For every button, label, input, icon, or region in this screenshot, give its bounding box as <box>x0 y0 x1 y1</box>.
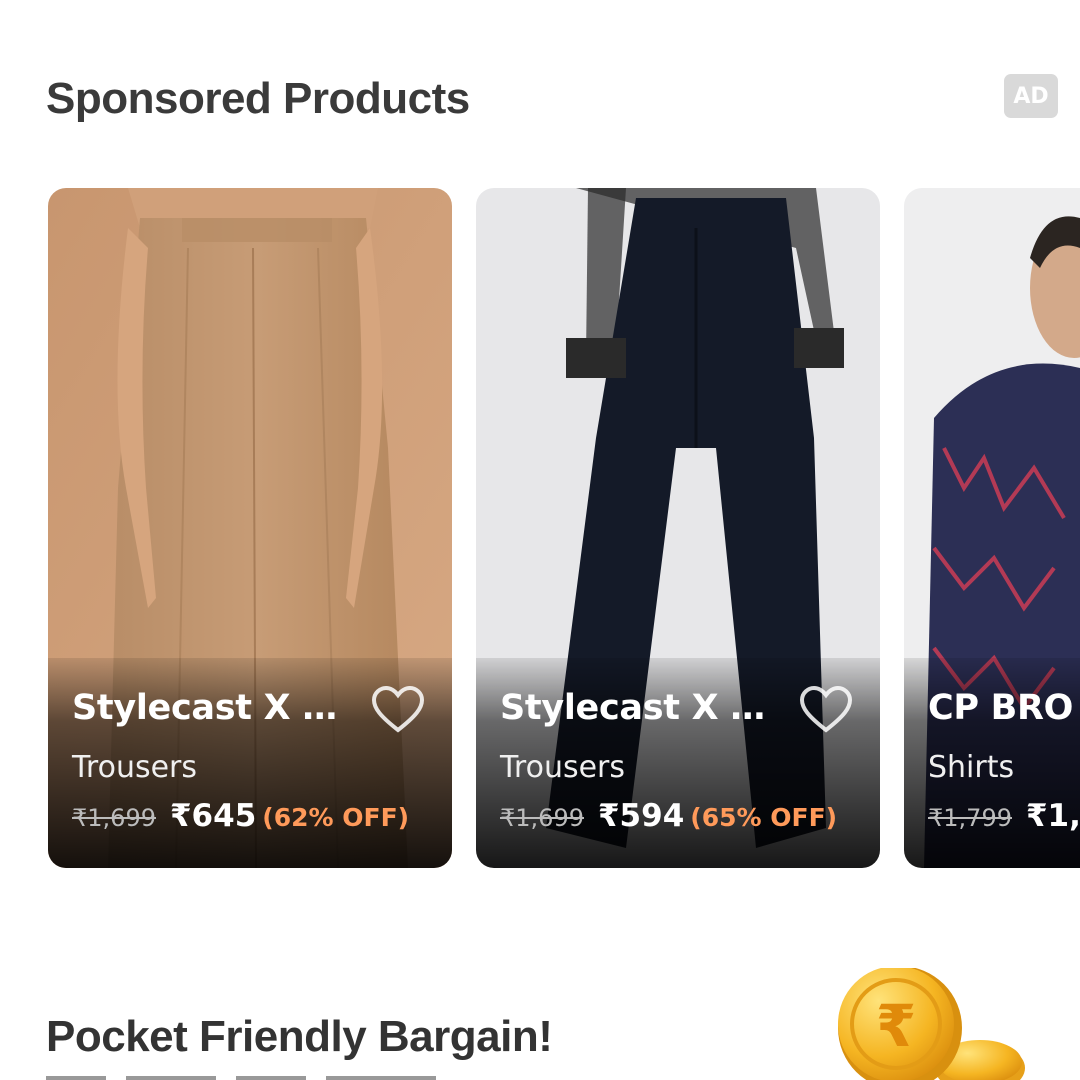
product-info: CP BRO Shirts ₹1,799 ₹1,2 <box>928 678 1080 848</box>
svg-text:₹: ₹ <box>876 992 916 1060</box>
product-info: Stylecast X Sl... Trousers ₹1,699 ₹594 (65… <box>500 678 856 848</box>
mrp-price: ₹1,699 <box>500 804 584 832</box>
product-info: Stylecast X Sl... Trousers ₹1,699 ₹645 (62… <box>72 678 428 848</box>
heart-icon[interactable] <box>798 684 854 736</box>
product-price-row: ₹1,699 ₹645 (62% OFF) <box>72 798 409 834</box>
discount-label: (62% OFF) <box>262 803 410 832</box>
product-card[interactable]: CP BRO Shirts ₹1,799 ₹1,2 <box>904 188 1080 868</box>
sponsored-products-header: Sponsored Products AD <box>46 74 1060 130</box>
heart-icon[interactable] <box>370 684 426 736</box>
product-card[interactable]: Stylecast X Sl... Trousers ₹1,699 ₹594 (65… <box>476 188 880 868</box>
product-price-row: ₹1,799 ₹1,2 <box>928 798 1080 834</box>
product-price-row: ₹1,699 ₹594 (65% OFF) <box>500 798 837 834</box>
product-category: Trousers <box>72 750 198 785</box>
mrp-price: ₹1,799 <box>928 804 1012 832</box>
rupee-coins-icon: ₹ <box>838 968 1025 1080</box>
sponsored-products-carousel[interactable]: Stylecast X Sl... Trousers ₹1,699 ₹645 (62… <box>0 188 1080 868</box>
ad-badge: AD <box>1004 74 1058 118</box>
sale-price: ₹594 <box>597 798 685 834</box>
product-category: Trousers <box>500 750 626 785</box>
subtitle-cutoff <box>46 1076 436 1080</box>
product-card[interactable]: Stylecast X Sl... Trousers ₹1,699 ₹645 (62… <box>48 188 452 868</box>
sale-price: ₹645 <box>169 798 257 834</box>
section-title: Sponsored Products <box>46 74 470 123</box>
mrp-price: ₹1,699 <box>72 804 156 832</box>
bargain-section-title: Pocket Friendly Bargain! <box>46 1012 553 1061</box>
sale-price: ₹1,2 <box>1025 798 1080 834</box>
discount-label: (65% OFF) <box>690 803 838 832</box>
product-name: CP BRO <box>928 688 1074 728</box>
product-name: Stylecast X Sl... <box>500 688 790 728</box>
product-category: Shirts <box>928 750 1015 785</box>
product-name: Stylecast X Sl... <box>72 688 362 728</box>
